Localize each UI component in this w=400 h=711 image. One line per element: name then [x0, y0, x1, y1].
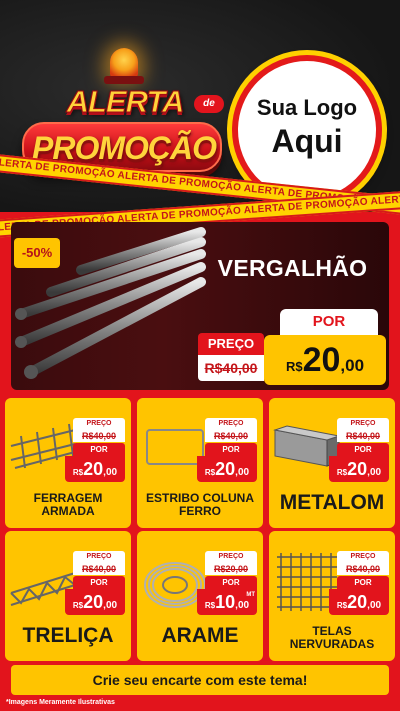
discount-badge: -50% — [14, 238, 60, 268]
old-price: R$40,00 — [73, 430, 125, 442]
product-card-trelica[interactable]: PREÇO R$40,00 POR R$20,00 TRELIÇA — [5, 531, 131, 661]
alerta-word: ALERTA — [66, 84, 185, 120]
price-int: 20 — [347, 592, 368, 612]
por-label: POR — [73, 576, 125, 589]
new-price: R$20,00 — [65, 456, 125, 482]
new-price: R$20,00 — [329, 456, 389, 482]
preco-label: PREÇO — [73, 551, 125, 563]
product-name: ARAME — [161, 623, 239, 647]
por-label: POR — [337, 576, 389, 589]
price-dec: ,00 — [235, 467, 250, 478]
price-int: 10 — [215, 592, 236, 612]
disclaimer-text: *Imagens Meramente Ilustrativas — [6, 699, 115, 706]
logo-line-2: Aqui — [271, 123, 343, 159]
new-price: R$20,00 — [197, 456, 257, 482]
currency: R$ — [204, 601, 216, 610]
old-price: R$40,00 — [337, 430, 389, 442]
unit-label: MT — [246, 592, 255, 598]
siren-base — [104, 76, 144, 84]
product-card-metalom[interactable]: PREÇO R$40,00 POR R$20,00 METALOM — [269, 398, 395, 528]
product-card-estribo[interactable]: PREÇO R$40,00 POR R$20,00 ESTRIBO COLUNA… — [137, 398, 263, 528]
preco-label: PREÇO — [337, 551, 389, 563]
currency: R$ — [72, 601, 84, 610]
product-name: ESTRIBO COLUNA FERRO — [146, 490, 254, 518]
preco-label: PREÇO — [337, 418, 389, 430]
product-name: FERRAGEM ARMADA — [33, 490, 103, 518]
currency: R$ — [204, 468, 216, 477]
product-card-arame[interactable]: PREÇO R$20,00 POR R$10,00 MT ARAME — [137, 531, 263, 661]
product-name: METALOM — [279, 490, 385, 514]
price-dec: ,00 — [367, 467, 382, 478]
currency: R$ — [336, 601, 348, 610]
preco-label: PREÇO — [73, 418, 125, 430]
price-int: 20 — [83, 592, 104, 612]
featured-price-dec: ,00 — [340, 356, 365, 375]
preco-label: PREÇO — [205, 551, 257, 563]
price-dec: ,00 — [103, 600, 118, 611]
product-card-ferragem[interactable]: PREÇO R$40,00 POR R$20,00 FERRAGEM ARMAD… — [5, 398, 131, 528]
featured-new-price: R$20,00 — [264, 335, 386, 385]
price-dec: ,00 — [367, 600, 382, 611]
currency: R$ — [72, 468, 84, 477]
cta-banner[interactable]: Crie seu encarte com este tema! — [11, 665, 389, 695]
old-price: R$40,00 — [73, 563, 125, 575]
por-label: POR — [73, 443, 125, 456]
price-int: 20 — [215, 459, 236, 479]
old-price: R$40,00 — [205, 430, 257, 442]
new-price: R$10,00 MT — [197, 589, 257, 615]
preco-label: PREÇO — [205, 418, 257, 430]
featured-currency: R$ — [285, 359, 303, 374]
featured-price-int: 20 — [302, 341, 341, 379]
product-name: TRELIÇA — [22, 623, 114, 647]
price-int: 20 — [347, 459, 368, 479]
logo-line-1: Sua Logo — [256, 95, 358, 120]
price-int: 20 — [83, 459, 104, 479]
currency: R$ — [336, 468, 348, 477]
featured-por-label: POR — [280, 309, 378, 335]
siren-light-icon — [110, 48, 138, 78]
product-card-telas[interactable]: PREÇO R$40,00 POR R$20,00 TELAS NERVURAD… — [269, 531, 395, 661]
por-label: POR — [337, 443, 389, 456]
featured-title: VERGALHÃO — [217, 255, 368, 281]
price-dec: ,00 — [235, 600, 250, 611]
new-price: R$20,00 — [65, 589, 125, 615]
new-price: R$20,00 — [329, 589, 389, 615]
old-price: R$40,00 — [337, 563, 389, 575]
por-label: POR — [205, 576, 257, 589]
de-tag: de — [194, 95, 224, 113]
old-price: R$20,00 — [205, 563, 257, 575]
featured-old-price: R$40,00 — [198, 355, 264, 381]
product-name: TELAS NERVURADAS — [289, 623, 375, 651]
featured-preco-label: PREÇO — [198, 333, 264, 355]
price-dec: ,00 — [103, 467, 118, 478]
por-label: POR — [205, 443, 257, 456]
